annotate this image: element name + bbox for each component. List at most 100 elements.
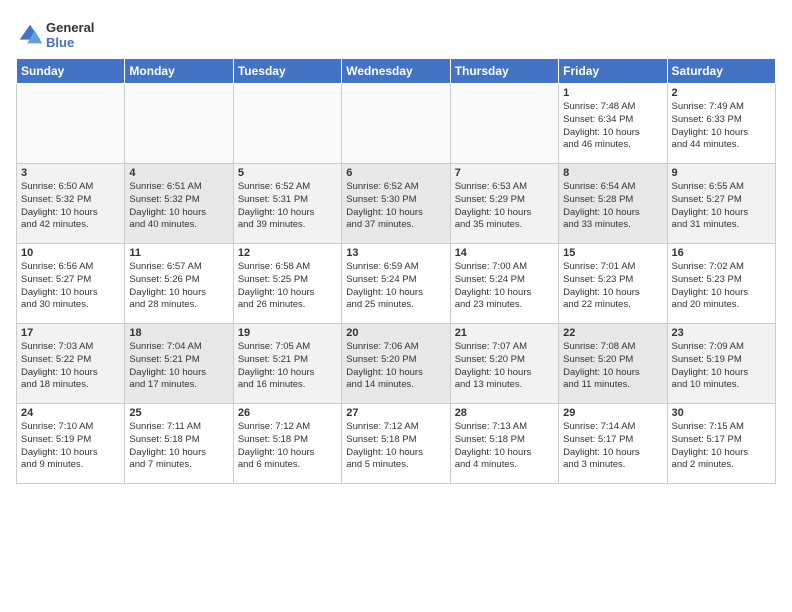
day-number: 24 (21, 407, 120, 419)
day-cell: 16 Sunrise: 7:02 AM Sunset: 5:23 PM Dayli… (667, 244, 775, 324)
week-row-5: 24 Sunrise: 7:10 AM Sunset: 5:19 PM Dayli… (17, 404, 776, 484)
col-header-thursday: Thursday (450, 59, 558, 84)
day-cell: 25 Sunrise: 7:11 AM Sunset: 5:18 PM Dayli… (125, 404, 233, 484)
day-cell (17, 84, 125, 164)
day-cell: 12 Sunrise: 6:58 AM Sunset: 5:25 PM Dayli… (233, 244, 341, 324)
day-cell: 4Sunrise: 6:51 AM Sunset: 5:32 PM Daylig… (125, 164, 233, 244)
page-header: General Blue (16, 16, 776, 50)
day-info: Sunrise: 7:07 AM Sunset: 5:20 PM Dayligh… (455, 341, 554, 392)
day-info: Sunrise: 6:54 AM Sunset: 5:28 PM Dayligh… (563, 181, 662, 232)
day-number: 23 (672, 327, 771, 339)
day-info: Sunrise: 6:55 AM Sunset: 5:27 PM Dayligh… (672, 181, 771, 232)
day-cell: 28 Sunrise: 7:13 AM Sunset: 5:18 PM Dayli… (450, 404, 558, 484)
day-number: 30 (672, 407, 771, 419)
day-cell: 26 Sunrise: 7:12 AM Sunset: 5:18 PM Dayli… (233, 404, 341, 484)
col-header-wednesday: Wednesday (342, 59, 450, 84)
day-number: 18 (129, 327, 228, 339)
day-cell: 13 Sunrise: 6:59 AM Sunset: 5:24 PM Dayli… (342, 244, 450, 324)
day-cell: 14 Sunrise: 7:00 AM Sunset: 5:24 PM Dayli… (450, 244, 558, 324)
day-info: Sunrise: 6:51 AM Sunset: 5:32 PM Dayligh… (129, 181, 228, 232)
day-number: 6 (346, 167, 445, 179)
day-number: 16 (672, 247, 771, 259)
day-cell: 24 Sunrise: 7:10 AM Sunset: 5:19 PM Dayli… (17, 404, 125, 484)
day-info: Sunrise: 7:01 AM Sunset: 5:23 PM Dayligh… (563, 261, 662, 312)
day-cell: 20Sunrise: 7:06 AM Sunset: 5:20 PM Dayli… (342, 324, 450, 404)
day-cell: 10Sunrise: 6:56 AM Sunset: 5:27 PM Dayli… (17, 244, 125, 324)
week-row-1: 1 Sunrise: 7:48 AM Sunset: 6:34 PM Daylig… (17, 84, 776, 164)
day-cell: 22 Sunrise: 7:08 AM Sunset: 5:20 PM Dayli… (559, 324, 667, 404)
day-info: Sunrise: 6:58 AM Sunset: 5:25 PM Dayligh… (238, 261, 337, 312)
day-cell: 21 Sunrise: 7:07 AM Sunset: 5:20 PM Dayli… (450, 324, 558, 404)
day-cell: 18Sunrise: 7:04 AM Sunset: 5:21 PM Dayli… (125, 324, 233, 404)
day-number: 5 (238, 167, 337, 179)
day-number: 22 (563, 327, 662, 339)
day-info: Sunrise: 7:13 AM Sunset: 5:18 PM Dayligh… (455, 421, 554, 472)
day-info: Sunrise: 7:02 AM Sunset: 5:23 PM Dayligh… (672, 261, 771, 312)
day-cell: 11 Sunrise: 6:57 AM Sunset: 5:26 PM Dayli… (125, 244, 233, 324)
col-header-friday: Friday (559, 59, 667, 84)
day-number: 26 (238, 407, 337, 419)
day-info: Sunrise: 7:00 AM Sunset: 5:24 PM Dayligh… (455, 261, 554, 312)
day-info: Sunrise: 7:14 AM Sunset: 5:17 PM Dayligh… (563, 421, 662, 472)
day-cell: 3Sunrise: 6:50 AM Sunset: 5:32 PM Daylig… (17, 164, 125, 244)
week-row-3: 10Sunrise: 6:56 AM Sunset: 5:27 PM Dayli… (17, 244, 776, 324)
day-info: Sunrise: 6:52 AM Sunset: 5:30 PM Dayligh… (346, 181, 445, 232)
col-header-saturday: Saturday (667, 59, 775, 84)
day-info: Sunrise: 6:53 AM Sunset: 5:29 PM Dayligh… (455, 181, 554, 232)
day-info: Sunrise: 7:48 AM Sunset: 6:34 PM Dayligh… (563, 101, 662, 152)
week-row-4: 17 Sunrise: 7:03 AM Sunset: 5:22 PM Dayli… (17, 324, 776, 404)
day-info: Sunrise: 6:59 AM Sunset: 5:24 PM Dayligh… (346, 261, 445, 312)
day-cell: 8 Sunrise: 6:54 AM Sunset: 5:28 PM Daylig… (559, 164, 667, 244)
day-cell: 23 Sunrise: 7:09 AM Sunset: 5:19 PM Dayli… (667, 324, 775, 404)
day-cell: 7 Sunrise: 6:53 AM Sunset: 5:29 PM Daylig… (450, 164, 558, 244)
day-number: 9 (672, 167, 771, 179)
day-number: 21 (455, 327, 554, 339)
day-cell (125, 84, 233, 164)
day-number: 2 (672, 87, 771, 99)
day-cell (233, 84, 341, 164)
day-number: 8 (563, 167, 662, 179)
day-cell: 9 Sunrise: 6:55 AM Sunset: 5:27 PM Daylig… (667, 164, 775, 244)
day-info: Sunrise: 7:09 AM Sunset: 5:19 PM Dayligh… (672, 341, 771, 392)
day-cell: 5 Sunrise: 6:52 AM Sunset: 5:31 PM Daylig… (233, 164, 341, 244)
logo-icon (16, 21, 44, 49)
day-cell: 30 Sunrise: 7:15 AM Sunset: 5:17 PM Dayli… (667, 404, 775, 484)
day-info: Sunrise: 7:11 AM Sunset: 5:18 PM Dayligh… (129, 421, 228, 472)
calendar-table: SundayMondayTuesdayWednesdayThursdayFrid… (16, 58, 776, 484)
day-cell: 19Sunrise: 7:05 AM Sunset: 5:21 PM Dayli… (233, 324, 341, 404)
day-number: 14 (455, 247, 554, 259)
col-header-tuesday: Tuesday (233, 59, 341, 84)
day-number: 29 (563, 407, 662, 419)
day-cell: 29 Sunrise: 7:14 AM Sunset: 5:17 PM Dayli… (559, 404, 667, 484)
col-header-sunday: Sunday (17, 59, 125, 84)
day-info: Sunrise: 7:03 AM Sunset: 5:22 PM Dayligh… (21, 341, 120, 392)
day-info: Sunrise: 7:49 AM Sunset: 6:33 PM Dayligh… (672, 101, 771, 152)
col-header-monday: Monday (125, 59, 233, 84)
logo-text: General Blue (46, 20, 94, 50)
day-number: 11 (129, 247, 228, 259)
day-number: 20 (346, 327, 445, 339)
day-info: Sunrise: 6:57 AM Sunset: 5:26 PM Dayligh… (129, 261, 228, 312)
day-info: Sunrise: 7:12 AM Sunset: 5:18 PM Dayligh… (346, 421, 445, 472)
day-info: Sunrise: 7:10 AM Sunset: 5:19 PM Dayligh… (21, 421, 120, 472)
day-cell (450, 84, 558, 164)
day-info: Sunrise: 6:56 AM Sunset: 5:27 PM Dayligh… (21, 261, 120, 312)
day-cell: 6 Sunrise: 6:52 AM Sunset: 5:30 PM Daylig… (342, 164, 450, 244)
day-number: 15 (563, 247, 662, 259)
logo: General Blue (16, 20, 94, 50)
day-info: Sunrise: 6:52 AM Sunset: 5:31 PM Dayligh… (238, 181, 337, 232)
day-info: Sunrise: 7:08 AM Sunset: 5:20 PM Dayligh… (563, 341, 662, 392)
day-number: 25 (129, 407, 228, 419)
day-number: 13 (346, 247, 445, 259)
day-number: 1 (563, 87, 662, 99)
day-number: 7 (455, 167, 554, 179)
day-info: Sunrise: 7:12 AM Sunset: 5:18 PM Dayligh… (238, 421, 337, 472)
day-cell (342, 84, 450, 164)
day-info: Sunrise: 6:50 AM Sunset: 5:32 PM Dayligh… (21, 181, 120, 232)
day-cell: 2 Sunrise: 7:49 AM Sunset: 6:33 PM Daylig… (667, 84, 775, 164)
day-number: 19 (238, 327, 337, 339)
day-number: 12 (238, 247, 337, 259)
day-number: 28 (455, 407, 554, 419)
day-number: 17 (21, 327, 120, 339)
day-info: Sunrise: 7:15 AM Sunset: 5:17 PM Dayligh… (672, 421, 771, 472)
